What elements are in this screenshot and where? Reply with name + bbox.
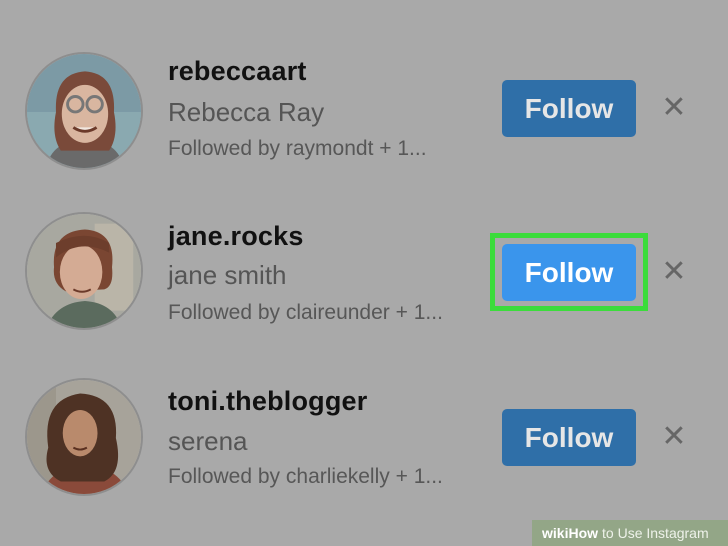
avatar-toni-icon: [27, 380, 141, 494]
watermark-how: How: [568, 525, 599, 541]
username[interactable]: toni.theblogger: [168, 386, 367, 417]
dismiss-icon[interactable]: ✕: [660, 422, 688, 452]
suggestion-row-toni-theblogger: toni.theblogger serena Followed by charl…: [0, 0, 728, 496]
avatar[interactable]: [25, 212, 143, 330]
watermark: wiki How to Use Instagram: [532, 520, 728, 546]
followed-by-text: Followed by charliekelly + 1...: [168, 465, 443, 488]
avatar[interactable]: [25, 378, 143, 496]
watermark-title: to Use Instagram: [602, 525, 709, 541]
follow-button[interactable]: Follow: [502, 244, 636, 301]
watermark-wiki: wiki: [542, 525, 569, 541]
full-name: serena: [168, 426, 248, 456]
username[interactable]: jane.rocks: [168, 221, 304, 252]
avatar-jane-icon: [27, 214, 141, 328]
dismiss-icon[interactable]: ✕: [660, 257, 688, 287]
full-name: jane smith: [168, 260, 287, 290]
followed-by-text: Followed by claireunder + 1...: [168, 301, 443, 324]
follow-button[interactable]: Follow: [502, 409, 636, 466]
